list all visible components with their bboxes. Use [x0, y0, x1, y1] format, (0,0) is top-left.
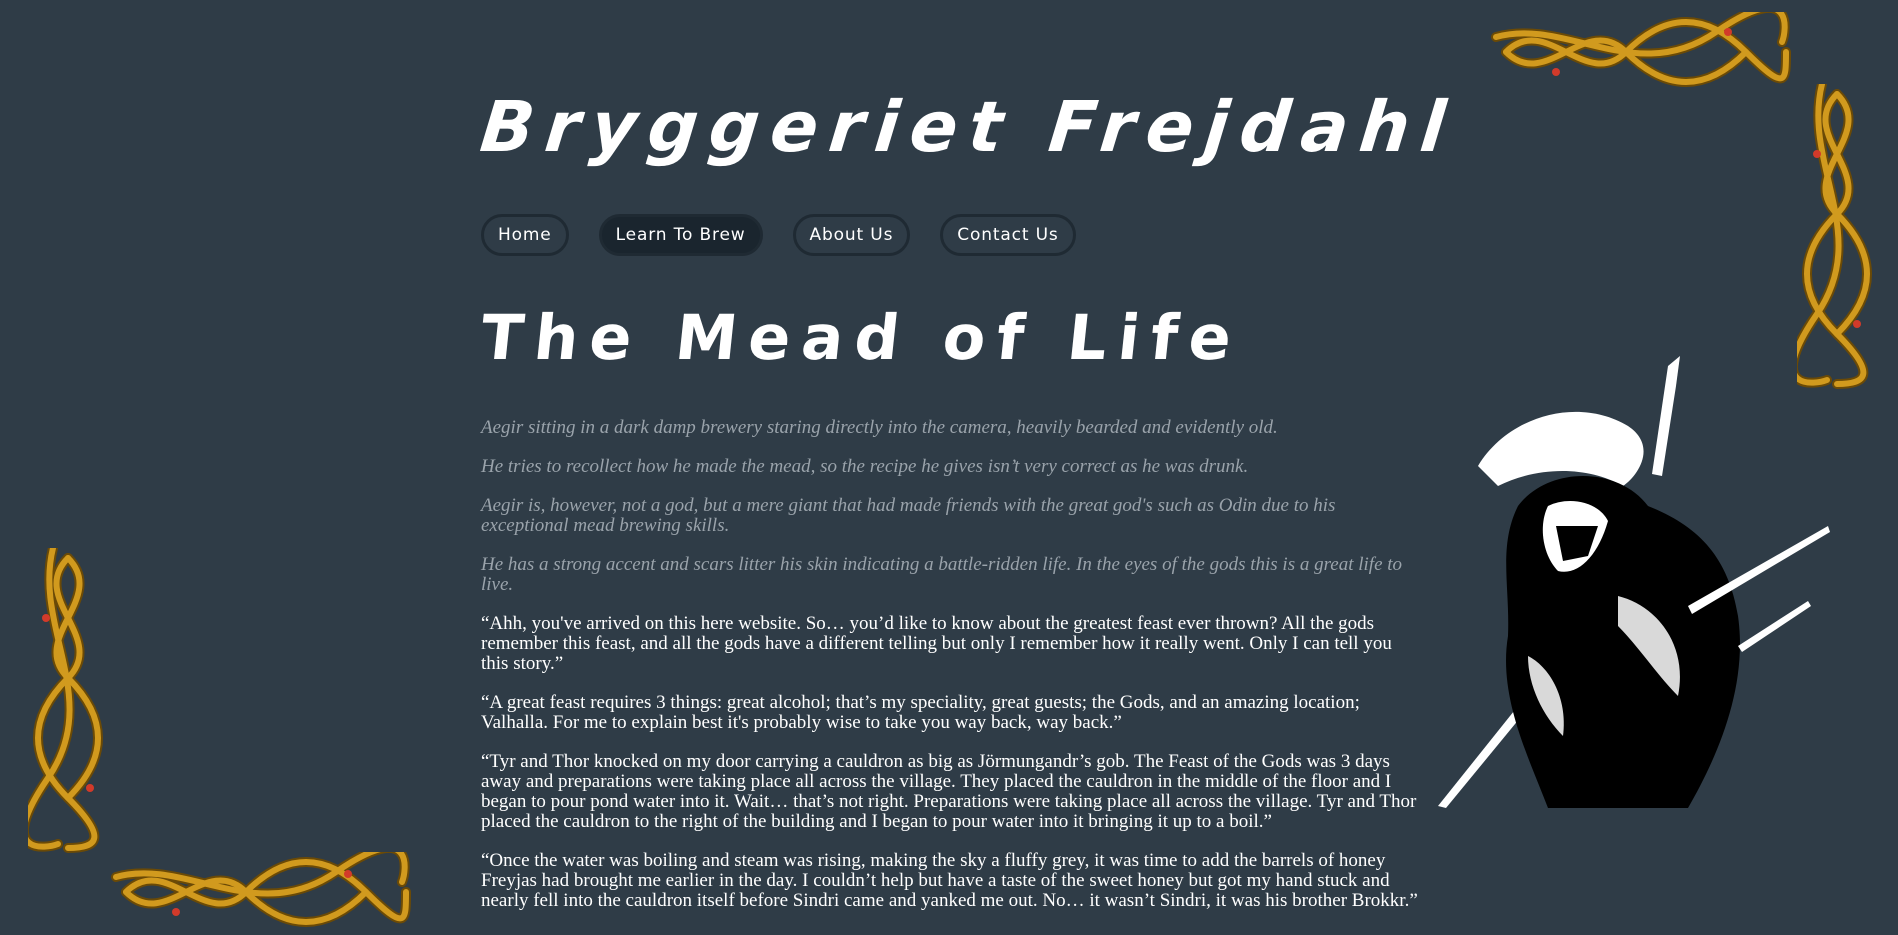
stage-direction: Aegir is, however, not a god, but a mere… [481, 495, 1336, 536]
story-content: Aegir sitting in a dark damp brewery sta… [481, 418, 1421, 930]
story-paragraph: “Ahh, you've arrived on this here websit… [481, 613, 1392, 674]
stage-direction: He tries to recollect how he made the me… [481, 456, 1249, 477]
celtic-knot-ornament-bottom [111, 852, 411, 927]
site-title: Bryggeriet Frejdahl [476, 86, 1461, 168]
celtic-knot-ornament-top [1491, 12, 1791, 87]
story-paragraph: “Tyr and Thor knocked on my door carryin… [481, 751, 1417, 832]
page-heading: The Mead of Life [477, 301, 1247, 374]
celtic-knot-ornament-left [28, 548, 103, 853]
nav-learn-to-brew[interactable]: Learn To Brew [598, 214, 763, 256]
viking-warrior-illustration [1438, 356, 1830, 808]
nav-home[interactable]: Home [481, 214, 569, 256]
story-paragraph: “A great feast requires 3 things: great … [481, 692, 1360, 733]
nav-contact-us[interactable]: Contact Us [940, 214, 1076, 256]
story-paragraph: “Once the water was boiling and steam wa… [481, 850, 1418, 911]
stage-direction: Aegir sitting in a dark damp brewery sta… [481, 417, 1278, 438]
stage-direction: He has a strong accent and scars litter … [481, 554, 1403, 595]
main-nav: Home Learn To Brew About Us Contact Us [481, 214, 1076, 256]
celtic-knot-ornament-right [1797, 84, 1872, 389]
nav-about-us[interactable]: About Us [792, 214, 911, 256]
